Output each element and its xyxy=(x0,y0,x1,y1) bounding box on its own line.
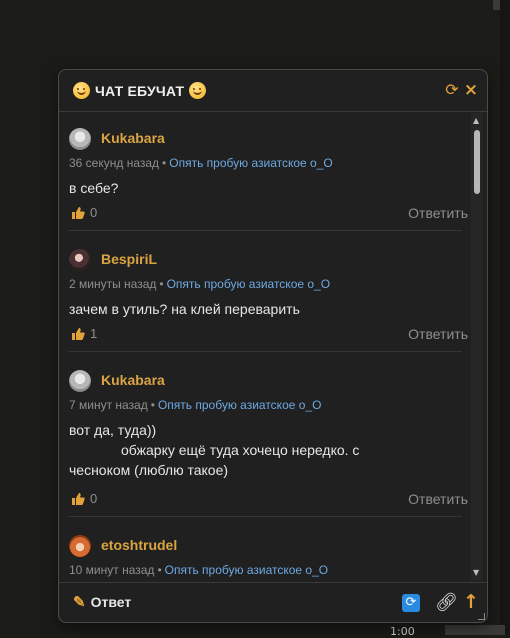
refresh-icon[interactable]: ⟳ xyxy=(402,594,420,612)
avatar[interactable] xyxy=(69,535,91,557)
chat-footer: ✎ Ответ ⟳ 🔗︎ ↑ xyxy=(59,582,487,622)
message-topic-link[interactable]: Опять пробую азиатское о_О xyxy=(165,563,328,577)
message-text: зачем в утиль? на клей переварить xyxy=(69,299,449,319)
message-text-line: обжарку ещё туда хочецо нередко. с xyxy=(121,442,360,458)
scroll-down-arrow-icon[interactable]: ▼ xyxy=(473,568,479,577)
thumbs-up-icon xyxy=(72,493,85,505)
meta-separator: • xyxy=(150,398,155,412)
like-count: 1 xyxy=(90,326,98,341)
message-text-line: зачем в утиль? на клей переварить xyxy=(69,301,300,317)
message-time: 2 минуты назад xyxy=(69,277,157,291)
refresh-icon[interactable]: ⟳ xyxy=(443,81,461,99)
page-bottom-box xyxy=(445,625,505,635)
message-text: вот да, туда)) обжарку ещё туда хочецо н… xyxy=(69,420,449,480)
message-divider xyxy=(68,230,462,231)
message-time: 10 минут назад xyxy=(69,563,155,577)
avatar[interactable] xyxy=(69,370,91,392)
reply-button[interactable]: Ответить xyxy=(408,205,468,221)
message-time: 36 секунд назад xyxy=(69,156,160,170)
reply-button[interactable]: Ответить xyxy=(408,491,468,507)
like-button[interactable]: 1 xyxy=(71,326,97,341)
thumbs-up-icon xyxy=(72,328,85,340)
page-right-edge xyxy=(500,0,510,635)
pencil-icon: ✎ xyxy=(73,594,86,611)
message-author[interactable]: Kukabara xyxy=(101,372,165,388)
message-text-line: чесноком (люблю такое) xyxy=(69,462,229,478)
resize-handle[interactable] xyxy=(478,613,485,620)
like-count: 0 xyxy=(90,491,98,506)
message-divider xyxy=(68,516,462,517)
avatar[interactable] xyxy=(69,249,91,271)
message-author[interactable]: etoshtrudel xyxy=(101,537,177,553)
message-meta: 10 минут назад • Опять пробую азиатское о_… xyxy=(69,563,328,577)
chat-scrollbar-thumb[interactable] xyxy=(474,130,480,194)
chat-title: ЧАТ ЕБУЧАТ xyxy=(73,82,207,99)
message-text-line: вот да, туда)) xyxy=(69,422,157,438)
link-icon[interactable]: 🔗︎ xyxy=(435,592,458,614)
message-author[interactable]: BespiriL xyxy=(101,251,157,267)
message-meta: 2 минуты назад • Опять пробую азиатское о_… xyxy=(69,277,330,291)
chat-title-text: ЧАТ ЕБУЧАТ xyxy=(95,83,185,99)
message-meta: 7 минут назад • Опять пробую азиатское о_О xyxy=(69,398,321,412)
like-button[interactable]: 0 xyxy=(71,205,97,220)
like-count: 0 xyxy=(90,205,98,220)
message-text: в себе? xyxy=(69,178,449,198)
avatar[interactable] xyxy=(69,128,91,150)
smile-emoji-icon xyxy=(73,82,90,99)
arrow-up-icon[interactable]: ↑ xyxy=(463,590,479,614)
thumbs-up-icon xyxy=(72,207,85,219)
meta-separator: • xyxy=(157,563,162,577)
reply-button[interactable]: Ответить xyxy=(408,326,468,342)
message-list: Kukabara 36 секунд назад • Опять пробую аз… xyxy=(59,112,469,580)
page-scrollbar[interactable] xyxy=(493,0,500,10)
close-icon[interactable]: × xyxy=(463,81,479,99)
chat-widget: ЧАТ ЕБУЧАТ ⟳ × Kukabara 36 секунд назад •… xyxy=(58,69,488,623)
message-topic-link[interactable]: Опять пробую азиатское о_О xyxy=(169,156,332,170)
smile-emoji-icon xyxy=(189,82,207,99)
chat-header: ЧАТ ЕБУЧАТ ⟳ × xyxy=(59,70,487,112)
message-topic-link[interactable]: Опять пробую азиатское о_О xyxy=(167,277,330,291)
message-divider xyxy=(68,351,462,352)
message-author[interactable]: Kukabara xyxy=(101,130,165,146)
scroll-up-arrow-icon[interactable]: ▲ xyxy=(473,116,479,125)
message-text-line: в себе? xyxy=(69,180,119,196)
answer-button[interactable]: ✎ Ответ xyxy=(73,593,131,611)
message-meta: 36 секунд назад • Опять пробую азиатское о… xyxy=(69,156,333,170)
like-button[interactable]: 0 xyxy=(71,491,97,506)
answer-label: Ответ xyxy=(90,594,132,610)
message-time: 7 минут назад xyxy=(69,398,148,412)
meta-separator: • xyxy=(162,156,167,170)
meta-separator: • xyxy=(159,277,164,291)
message-topic-link[interactable]: Опять пробую азиатское о_О xyxy=(158,398,321,412)
page-bottom-text: 1:00 xyxy=(390,625,415,638)
